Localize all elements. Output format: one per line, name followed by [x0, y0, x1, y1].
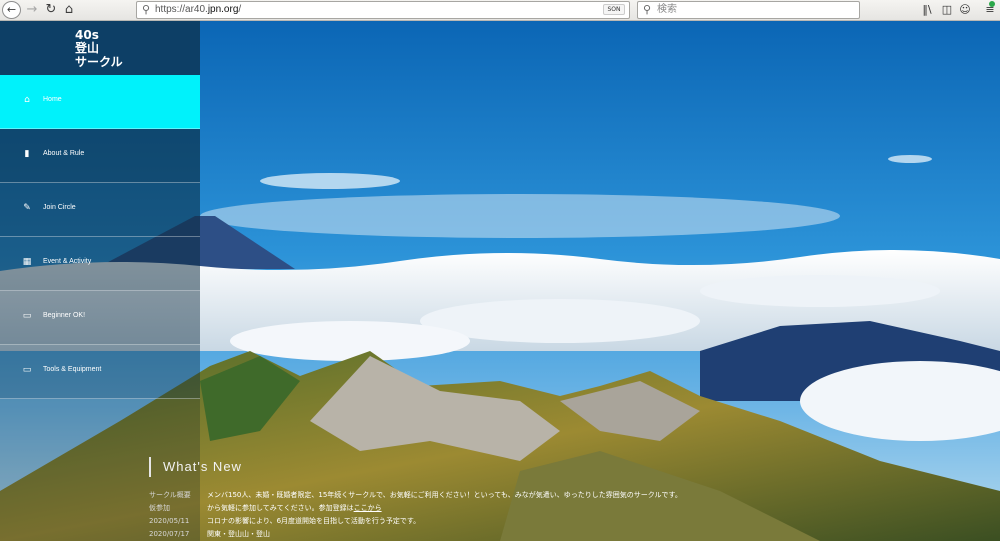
nav-item-beginner[interactable]: ▭ Beginner OK! — [0, 291, 200, 345]
url-prefix: https://ar40. — [155, 4, 208, 15]
search-icon: ⚲ — [142, 3, 151, 16]
account-icon[interactable]: ☺ — [958, 2, 972, 18]
search-icon: ⚲ — [643, 3, 652, 16]
back-arrow-icon[interactable]: ← — [2, 1, 21, 19]
brand-line-1: 40s — [75, 28, 99, 42]
browser-toolbar: ← → ↻ ⌂ ⚲ https://ar40.jpn.org/ SON ⚲ 検索… — [0, 0, 1000, 21]
news-text-body: から気軽に参加してみてください。参加登録は — [207, 504, 354, 512]
nav-item-join[interactable]: ✎ Join Circle — [0, 183, 200, 237]
search-bar[interactable]: ⚲ 検索 — [637, 1, 860, 19]
nav-item-label: Join Circle — [43, 204, 76, 211]
nav-item-home[interactable]: ⌂ Home — [0, 75, 200, 129]
news-text-body: 関東・登山山・登山 — [207, 530, 270, 538]
news-text: コロナの影響により、6月度道開始を目指して活動を行う予定です。 — [207, 515, 420, 528]
news-date: サークル概要 — [149, 491, 191, 499]
monitor-icon: ▭ — [22, 365, 32, 375]
news-text-body: メンバ150人、未婚・既婚者限定、15年続くサークルで、お気軽にご利用ください！… — [207, 491, 682, 499]
news-text-body: コロナの影響により、6月度道開始を目指して活動を行う予定です。 — [207, 517, 421, 525]
search-placeholder: 検索 — [657, 4, 677, 15]
library-icon[interactable]: ‖\ — [920, 2, 934, 18]
news-date: 仮参加 — [149, 504, 170, 512]
site-logo[interactable]: 40s 登山 サークル — [0, 21, 200, 75]
news-item: 2020/05/11 コロナの影響により、6月度道開始を目指して活動を行う予定で… — [149, 515, 689, 528]
forward-arrow-icon[interactable]: → — [24, 1, 40, 19]
news-date: 2020/07/17 — [149, 530, 190, 538]
pencil-icon: ✎ — [23, 203, 31, 213]
news-text: メンバ150人、未婚・既婚者限定、15年続くサークルで、お気軽にご利用ください！… — [207, 489, 682, 502]
url-suffix: / — [238, 4, 242, 15]
url-domain: jpn.org — [207, 4, 239, 15]
brand-line-2: 登山 — [75, 41, 100, 55]
nav-item-label: Event & Activity — [43, 258, 92, 265]
home-icon: ⌂ — [24, 95, 30, 105]
sidebar-icon[interactable]: ◫ — [940, 2, 954, 18]
nav-item-label: Tools & Equipment — [43, 366, 102, 373]
monitor-icon: ▭ — [22, 311, 32, 321]
address-bar[interactable]: ⚲ https://ar40.jpn.org/ SON — [136, 1, 630, 19]
nav-item-event[interactable]: ▦ Event & Activity — [0, 237, 200, 291]
news-text: から気軽に参加してみてください。参加登録はここから — [207, 502, 382, 515]
news-date: 2020/05/11 — [149, 517, 190, 525]
news-item: 仮参加 から気軽に参加してみてください。参加登録はここから — [149, 502, 689, 515]
nav-item-label: Beginner OK! — [43, 312, 86, 319]
register-link[interactable]: ここから — [354, 504, 382, 512]
bookmark-icon: ▮ — [24, 149, 30, 159]
news-text: 関東・登山山・登山 — [207, 528, 270, 541]
section-title: What's New — [163, 459, 242, 474]
nav-item-label: Home — [43, 96, 62, 103]
calendar-icon: ▦ — [22, 257, 32, 267]
news-item: 2020/07/17 関東・登山山・登山 — [149, 528, 689, 541]
update-badge — [989, 1, 995, 7]
news-item: サークル概要 メンバ150人、未婚・既婚者限定、15年続くサークルで、お気軽にご… — [149, 489, 689, 502]
reload-icon[interactable]: ↻ — [44, 1, 58, 19]
home-icon[interactable]: ⌂ — [62, 1, 76, 19]
url-badge[interactable]: SON — [603, 4, 625, 15]
url-text[interactable]: https://ar40.jpn.org/ — [155, 2, 241, 18]
section-accent-bar — [149, 457, 151, 477]
nav-item-tools[interactable]: ▭ Tools & Equipment — [0, 345, 200, 399]
nav-item-label: About & Rule — [43, 150, 85, 157]
brand-line-3: サークル — [75, 55, 123, 69]
nav-item-about[interactable]: ▮ About & Rule — [0, 129, 200, 183]
